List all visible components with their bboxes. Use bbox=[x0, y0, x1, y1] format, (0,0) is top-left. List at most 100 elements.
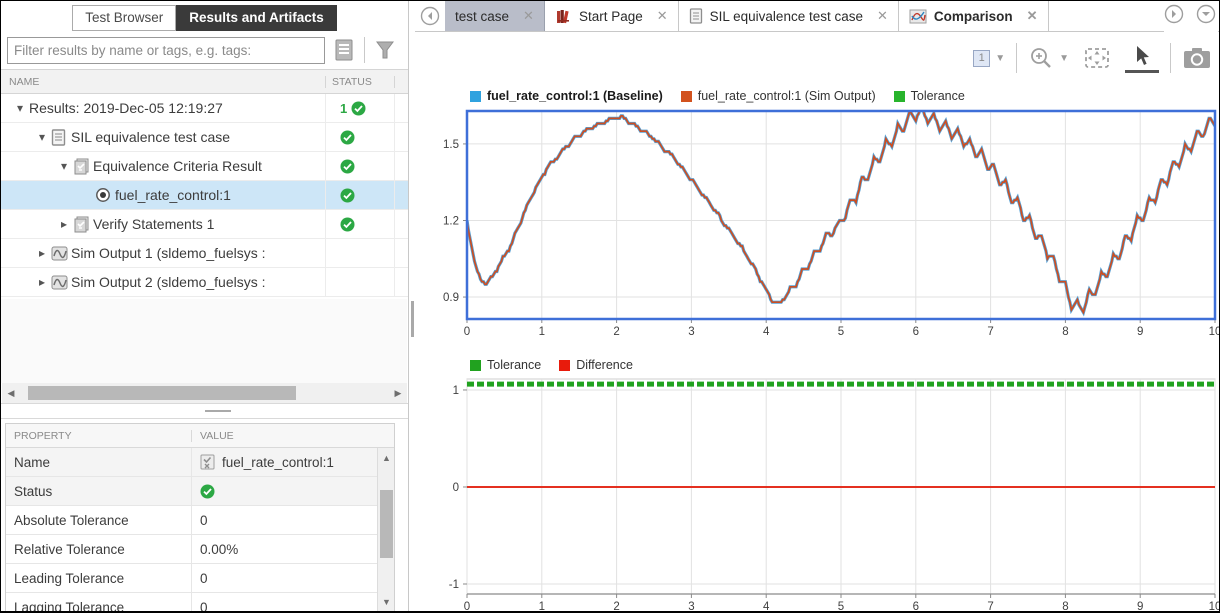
svg-text:9: 9 bbox=[1137, 601, 1143, 613]
passed-check-icon bbox=[340, 130, 355, 145]
scroll-right-arrow-icon[interactable]: ▶ bbox=[389, 383, 407, 403]
vertical-splitter-grip[interactable] bbox=[411, 301, 414, 337]
tree-row-label: Equivalence Criteria Result bbox=[93, 158, 262, 174]
tree-row[interactable]: ▸Sim Output 2 (sldemo_fuelsys : bbox=[1, 268, 408, 297]
property-value[interactable]: 0 bbox=[192, 593, 394, 613]
tabs-scroll-right-button[interactable] bbox=[1164, 4, 1184, 29]
results-table-header: NAME STATUS bbox=[1, 69, 408, 94]
property-name: Relative Tolerance bbox=[6, 535, 192, 563]
scroll-down-arrow-icon[interactable]: ▼ bbox=[378, 592, 395, 612]
close-icon[interactable]: ✕ bbox=[657, 8, 668, 24]
property-value-text: fuel_rate_control:1 bbox=[222, 455, 334, 470]
document-tab[interactable]: SIL equivalence test case✕ bbox=[679, 1, 899, 31]
zoom-in-button[interactable]: ▼ bbox=[1028, 45, 1069, 71]
document-icon bbox=[689, 8, 703, 24]
property-row[interactable]: Namefuel_rate_control:1 bbox=[6, 448, 394, 477]
passed-check-icon bbox=[351, 101, 366, 116]
column-header-name[interactable]: NAME bbox=[1, 76, 326, 88]
difference-chart[interactable]: 012345678910-101 bbox=[415, 375, 1220, 613]
check-icon bbox=[200, 484, 215, 499]
property-value[interactable]: 0.00% bbox=[192, 535, 394, 563]
caret-right-icon[interactable]: ▸ bbox=[33, 275, 51, 289]
tab-results-and-artifacts[interactable]: Results and Artifacts bbox=[176, 5, 337, 31]
tabs-scroll-left-button[interactable] bbox=[415, 1, 445, 31]
svg-text:5: 5 bbox=[838, 326, 844, 338]
tree-horizontal-scrollbar[interactable]: ◀ ▶ bbox=[2, 383, 407, 403]
close-icon[interactable]: ✕ bbox=[877, 8, 888, 24]
column-header-property[interactable]: PROPERTY bbox=[6, 430, 192, 442]
tabs-list-dropdown-button[interactable] bbox=[1196, 4, 1216, 29]
tab-test-browser[interactable]: Test Browser bbox=[72, 5, 176, 31]
property-row[interactable]: Leading Tolerance0 bbox=[6, 564, 394, 593]
svg-text:5: 5 bbox=[838, 601, 844, 613]
comparison-chart[interactable]: 0123456789100.91.21.5 bbox=[415, 106, 1220, 344]
tree-row[interactable]: fuel_rate_control:1 bbox=[1, 181, 408, 210]
legend-label: Difference bbox=[576, 358, 633, 372]
column-header-status[interactable]: STATUS bbox=[326, 76, 395, 88]
close-icon[interactable]: ✕ bbox=[1027, 8, 1038, 24]
tree-row[interactable]: ▾ Equivalence Criteria Result bbox=[1, 152, 408, 181]
report-icon[interactable] bbox=[333, 38, 355, 62]
pass-count: 1 bbox=[340, 101, 347, 116]
tree-row-status bbox=[326, 239, 395, 267]
close-icon[interactable]: ✕ bbox=[523, 8, 534, 24]
divider bbox=[364, 37, 365, 63]
caret-down-icon[interactable]: ▾ bbox=[55, 159, 73, 173]
scroll-left-arrow-icon[interactable]: ◀ bbox=[2, 383, 20, 403]
tree-row[interactable]: ▾Results: 2019-Dec-05 12:19:271 bbox=[1, 94, 408, 123]
property-row[interactable]: Status bbox=[6, 477, 394, 506]
property-value[interactable]: fuel_rate_control:1 bbox=[192, 448, 394, 476]
tree-row[interactable]: ▸Verify Statements 1 bbox=[1, 210, 408, 239]
tree-row[interactable]: ▾SIL equivalence test case bbox=[1, 123, 408, 152]
tree-row-status bbox=[326, 123, 395, 151]
document-area: test case✕Start Page✕SIL equivalence tes… bbox=[415, 1, 1220, 612]
simulink-test-manager-window: Test Browser Results and Artifacts NAME … bbox=[0, 0, 1220, 613]
property-row[interactable]: Absolute Tolerance0 bbox=[6, 506, 394, 535]
data-cursor-button-selected[interactable] bbox=[1125, 43, 1159, 73]
svg-text:4: 4 bbox=[763, 326, 770, 338]
tab-label: test case bbox=[455, 9, 509, 24]
property-table-header: PROPERTY VALUE bbox=[6, 424, 394, 448]
layout-one-icon: 1 bbox=[973, 50, 990, 67]
svg-text:1.5: 1.5 bbox=[443, 139, 459, 151]
scroll-up-arrow-icon[interactable]: ▲ bbox=[378, 448, 395, 468]
svg-text:6: 6 bbox=[913, 601, 919, 613]
tree-row[interactable]: ▸ Sim Output 1 (sldemo_fuelsys : bbox=[1, 239, 408, 268]
filter-results-input[interactable] bbox=[7, 37, 325, 64]
property-name: Absolute Tolerance bbox=[6, 506, 192, 534]
svg-text:1: 1 bbox=[539, 601, 545, 613]
legend-item: Difference bbox=[559, 358, 633, 372]
scrollbar-thumb[interactable] bbox=[380, 490, 393, 558]
caret-down-icon[interactable]: ▾ bbox=[33, 130, 51, 144]
svg-text:3: 3 bbox=[688, 601, 694, 613]
tree-row-label: fuel_rate_control:1 bbox=[115, 187, 231, 203]
legend-label: fuel_rate_control:1 (Sim Output) bbox=[698, 89, 876, 103]
subplot-layout-button[interactable]: 1 ▼ bbox=[973, 50, 1005, 67]
scrollbar-thumb[interactable] bbox=[28, 386, 296, 400]
caret-right-icon[interactable]: ▸ bbox=[55, 217, 73, 231]
tree-row-status bbox=[326, 152, 395, 180]
property-value[interactable]: 0 bbox=[192, 564, 394, 592]
property-row[interactable]: Relative Tolerance0.00% bbox=[6, 535, 394, 564]
fit-to-view-button[interactable] bbox=[1083, 46, 1111, 70]
books-icon bbox=[555, 8, 572, 25]
document-tab[interactable]: Comparison✕ bbox=[899, 1, 1049, 31]
property-vertical-scrollbar[interactable]: ▲ ▼ bbox=[377, 448, 394, 612]
column-header-value[interactable]: VALUE bbox=[192, 430, 394, 442]
panel-splitter[interactable] bbox=[1, 403, 408, 419]
caret-right-icon[interactable]: ▸ bbox=[33, 246, 51, 260]
divider bbox=[1170, 43, 1171, 73]
filter-funnel-icon[interactable] bbox=[373, 38, 397, 62]
tree-row-name: ▸Sim Output 2 (sldemo_fuelsys : bbox=[1, 268, 326, 296]
snapshot-camera-button[interactable] bbox=[1182, 45, 1212, 71]
passed-check-icon bbox=[340, 217, 355, 232]
tree-row-label: Sim Output 1 (sldemo_fuelsys : bbox=[71, 245, 266, 261]
property-name: Leading Tolerance bbox=[6, 564, 192, 592]
property-row[interactable]: Lagging Tolerance0 bbox=[6, 593, 394, 613]
radio-icon bbox=[95, 187, 115, 203]
property-value[interactable] bbox=[192, 477, 394, 505]
document-tab[interactable]: Start Page✕ bbox=[545, 1, 679, 31]
caret-down-icon[interactable]: ▾ bbox=[11, 101, 29, 115]
property-value[interactable]: 0 bbox=[192, 506, 394, 534]
document-tab[interactable]: test case ✕ bbox=[445, 1, 545, 31]
